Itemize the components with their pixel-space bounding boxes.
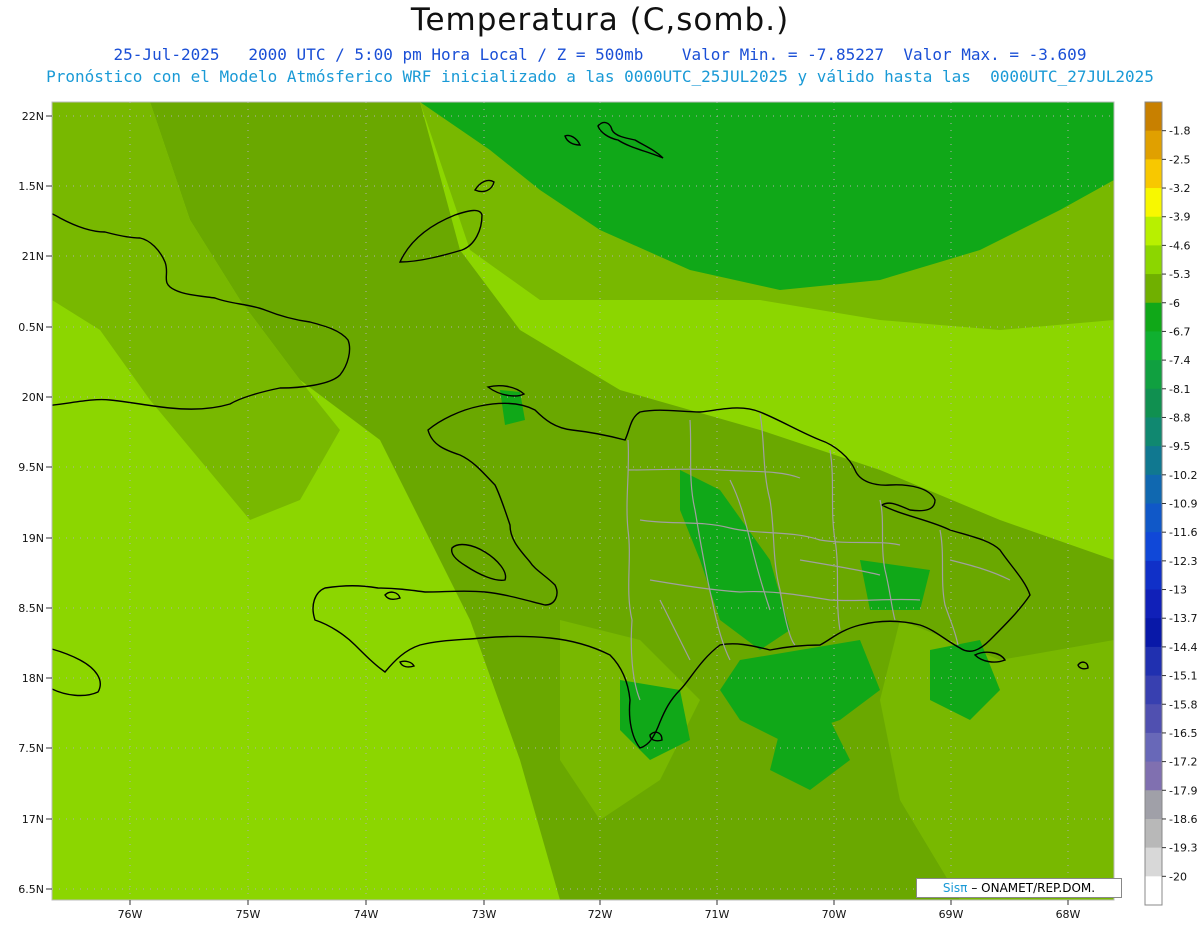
colorbar-swatch [1145, 732, 1162, 763]
colorbar-label: -6.7 [1169, 325, 1190, 338]
colorbar-label: -2.5 [1169, 153, 1190, 166]
colorbar-label: -15.1 [1169, 670, 1197, 683]
colorbar-label: -13.7 [1169, 612, 1197, 625]
lon-tick-label: 76W [118, 908, 143, 921]
colorbar-label: -3.9 [1169, 211, 1190, 224]
lon-tick-label: 71W [705, 908, 730, 921]
colorbar-swatch [1145, 474, 1162, 504]
colorbar-label: -10.2 [1169, 469, 1197, 482]
forecast-map: 22N 1.5N 21N 0.5N 20N 9.5N 19N 8.5N 18N 7.5N 17N 6.… [18, 101, 1197, 921]
colorbar-swatch [1145, 589, 1162, 619]
colorbar-swatch [1145, 417, 1162, 447]
lat-tick-label: 21N [22, 250, 44, 263]
colorbar-label: -4.6 [1169, 239, 1190, 252]
colorbar-label: -13 [1169, 584, 1187, 597]
lat-tick-label: 6.5N [18, 883, 44, 896]
colorbar-label: -5.3 [1169, 268, 1190, 281]
lat-tick-label: 17N [22, 813, 44, 826]
colorbar-swatch [1145, 102, 1162, 132]
colorbar-swatch [1145, 847, 1162, 877]
latitude-axis: 22N 1.5N 21N 0.5N 20N 9.5N 19N 8.5N 18N 7.5N 17N 6.… [18, 110, 52, 896]
colorbar-label: -7.4 [1169, 354, 1190, 367]
colorbar-label: -19.3 [1169, 842, 1197, 855]
lon-tick-label: 75W [236, 908, 261, 921]
colorbar-label: -17.2 [1169, 756, 1197, 769]
lon-tick-label: 72W [588, 908, 613, 921]
lat-tick-label: 8.5N [18, 602, 44, 615]
longitude-axis: 76W 75W 74W 73W 72W 71W 70W 69W 68W [118, 900, 1081, 921]
colorbar-label: -8.1 [1169, 383, 1190, 396]
colorbar-swatch [1145, 188, 1162, 218]
lon-tick-label: 74W [354, 908, 379, 921]
colorbar-label: -15.8 [1169, 698, 1197, 711]
temperature-field [52, 102, 1114, 900]
colorbar-swatch [1145, 818, 1162, 849]
colorbar-swatch [1145, 675, 1162, 705]
color-legend: -1.8 -2.5 -3.2 -3.9 -4.6 -5.3 -6 -6.7 -7.4 -8.1 -8… [1144, 101, 1197, 906]
colorbar-swatch [1145, 216, 1162, 246]
lon-tick-label: 69W [939, 908, 964, 921]
lon-tick-label: 68W [1056, 908, 1081, 921]
colorbar-label: -12.3 [1169, 555, 1197, 568]
lat-tick-label: 1.5N [18, 180, 44, 193]
colorbar-label: -14.4 [1169, 641, 1197, 654]
colorbar-label: -6 [1169, 297, 1180, 310]
colorbar-label: -11.6 [1169, 526, 1197, 539]
colorbar-swatch [1145, 274, 1162, 304]
colorbar-label: -16.5 [1169, 727, 1197, 740]
colorbar-swatch [1145, 130, 1162, 160]
lat-tick-label: 22N [22, 110, 44, 123]
colorbar-swatch [1145, 790, 1162, 820]
lat-tick-label: 19N [22, 532, 44, 545]
colorbar-label: -8.8 [1169, 411, 1190, 424]
credit-box: Sisπ – ONAMET/REP.DOM. [916, 878, 1122, 898]
lat-tick-label: 20N [22, 391, 44, 404]
colorbar-swatch [1145, 646, 1162, 677]
colorbar-swatch [1145, 532, 1162, 562]
colorbar-swatch [1145, 388, 1162, 418]
colorbar-label: -18.6 [1169, 813, 1197, 826]
lat-tick-label: 7.5N [18, 742, 44, 755]
lon-tick-label: 70W [822, 908, 847, 921]
colorbar-label: -9.5 [1169, 440, 1190, 453]
colorbar-swatch [1145, 159, 1162, 189]
colorbar-swatch [1145, 618, 1162, 648]
colorbar-swatch [1145, 704, 1162, 734]
colorbar-swatch [1145, 302, 1162, 332]
colorbar-swatch [1145, 503, 1162, 533]
colorbar-swatch [1145, 331, 1162, 361]
colorbar-swatch [1145, 761, 1162, 791]
colorbar-swatch [1145, 876, 1162, 906]
colorbar-label: -10.9 [1169, 498, 1197, 511]
lat-tick-label: 9.5N [18, 461, 44, 474]
colorbar-label: -3.2 [1169, 182, 1190, 195]
lat-tick-label: 18N [22, 672, 44, 685]
sispi-logo: Sisπ [942, 881, 968, 895]
colorbar-swatch [1145, 560, 1162, 591]
colorbar-swatch [1145, 245, 1162, 275]
colorbar-swatch [1145, 446, 1162, 476]
colorbar-label: -1.8 [1169, 125, 1190, 138]
lon-tick-label: 73W [472, 908, 497, 921]
credit-text: – ONAMET/REP.DOM. [971, 881, 1096, 895]
colorbar-label: -20 [1169, 870, 1187, 883]
colorbar-label: -17.9 [1169, 784, 1197, 797]
lat-tick-label: 0.5N [18, 321, 44, 334]
colorbar-swatch [1145, 360, 1162, 390]
